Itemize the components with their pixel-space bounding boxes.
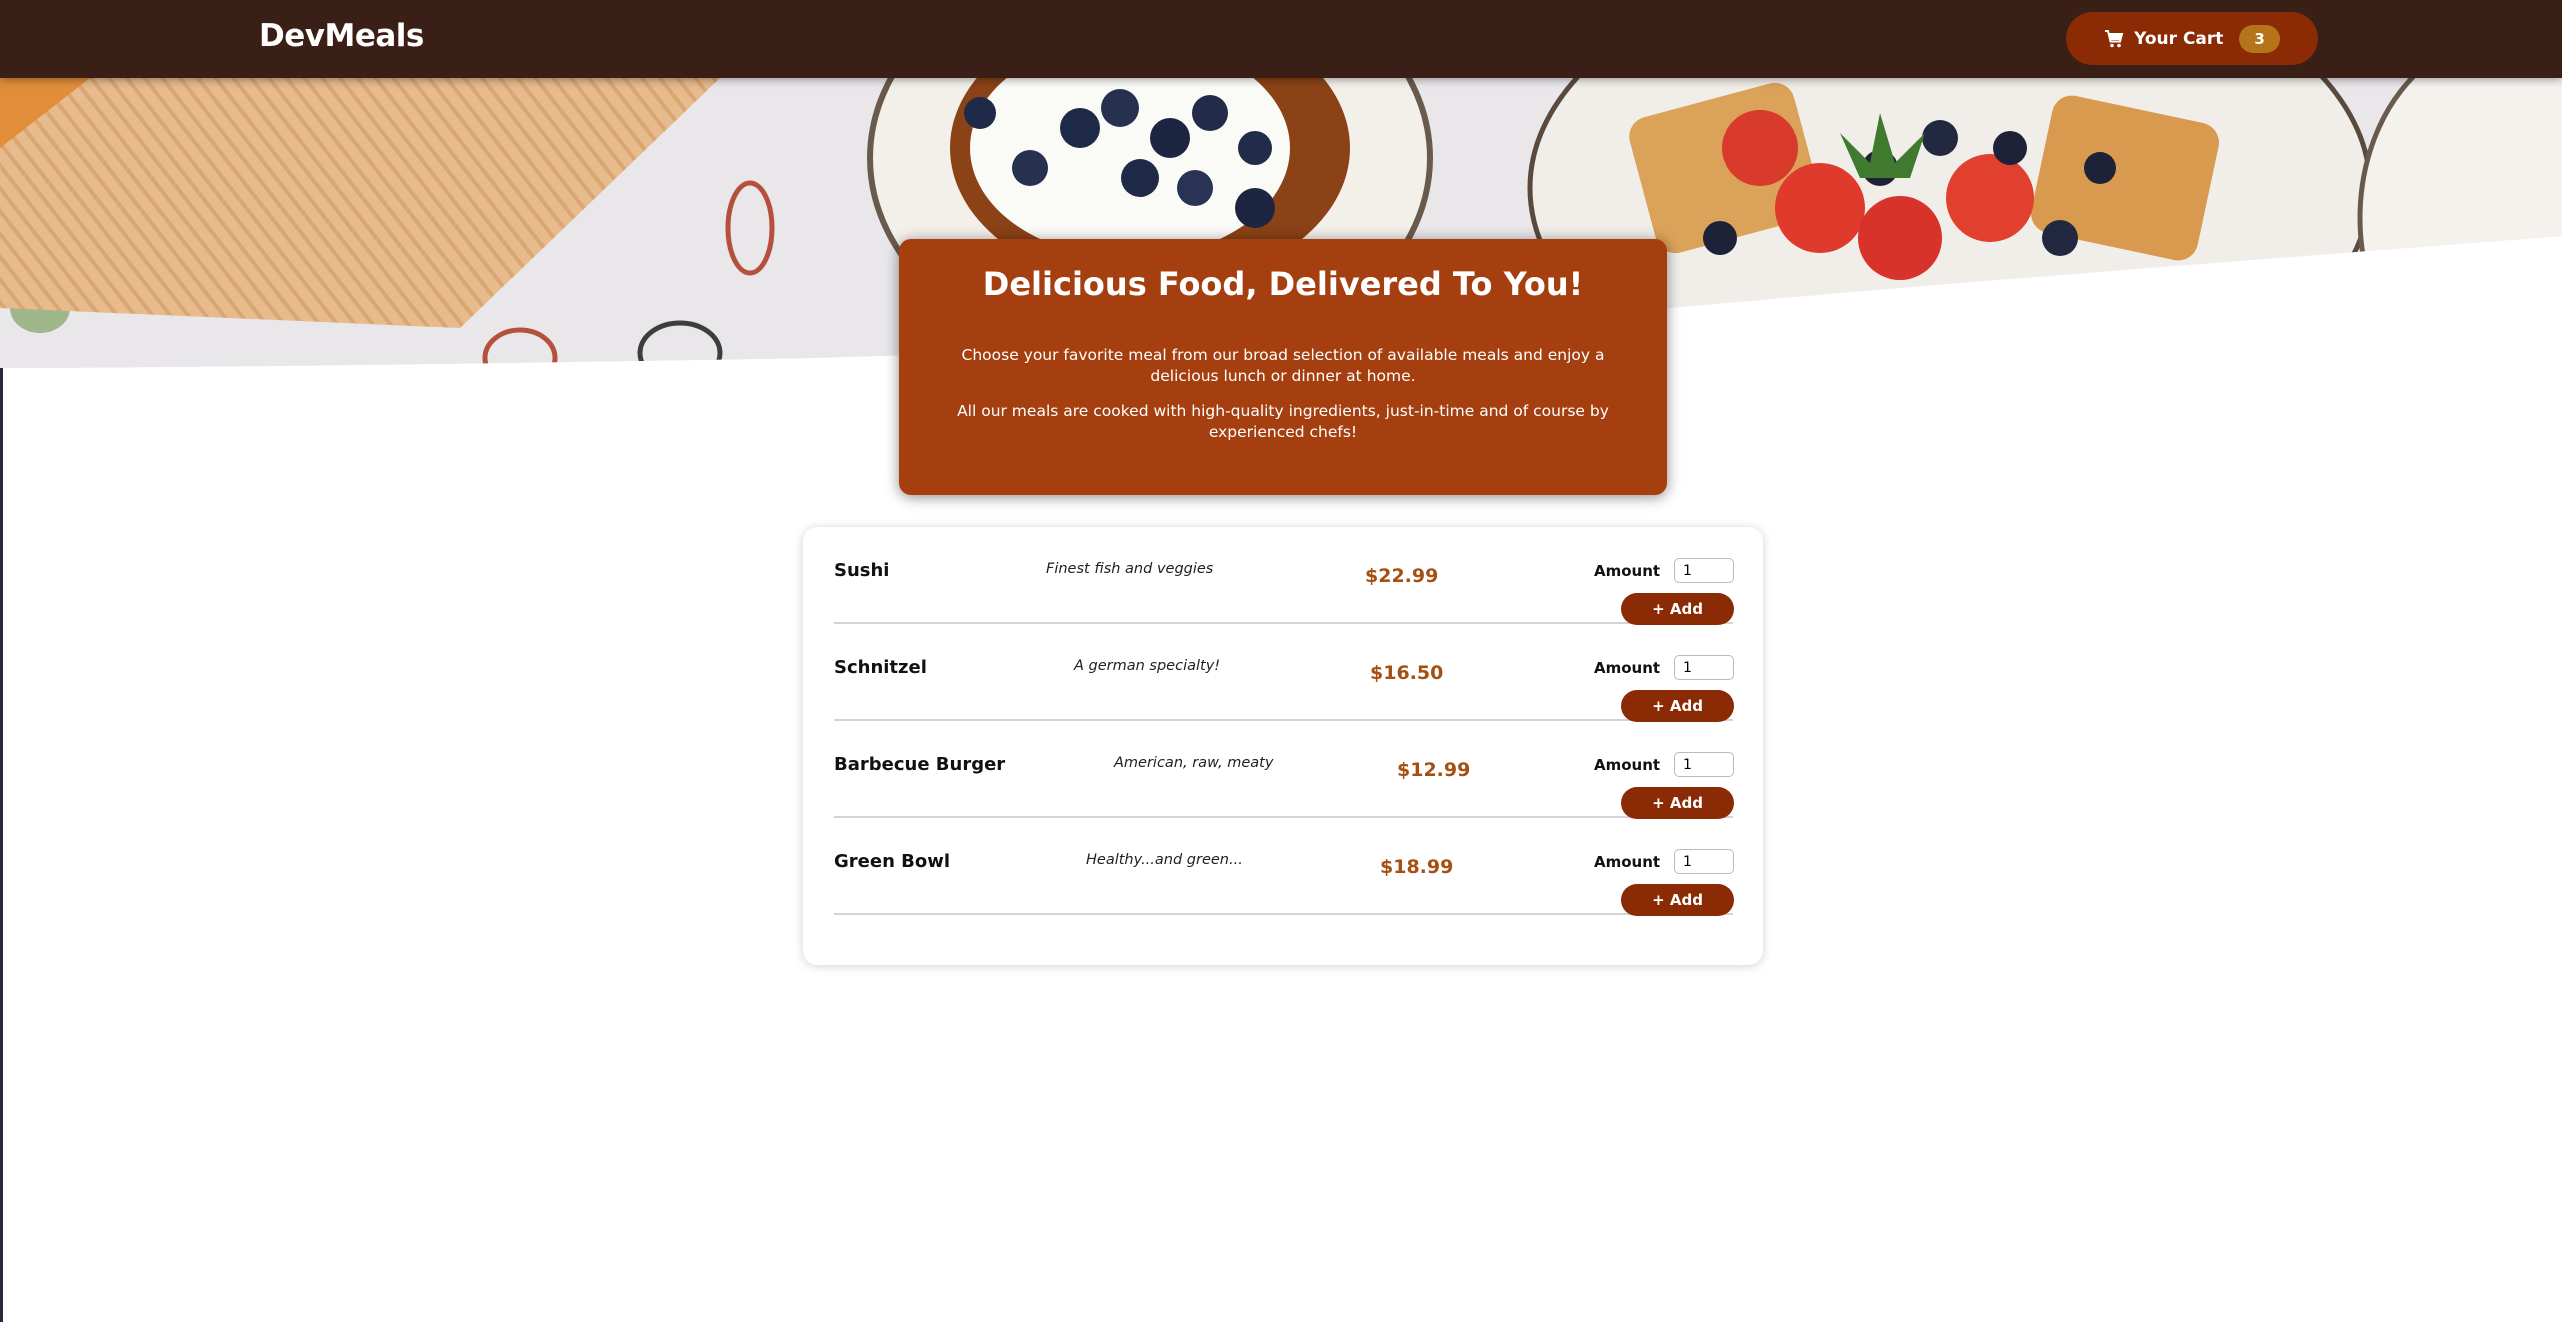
summary-paragraph: Choose your favorite meal from our broad… xyxy=(961,346,1605,385)
meal-name: Barbecue Burger xyxy=(834,754,1006,775)
amount-label: Amount xyxy=(1594,756,1661,774)
add-to-cart-button[interactable]: + Add xyxy=(1621,593,1734,625)
brand-logo: DevMeals xyxy=(259,18,424,54)
meal-price: $22.99 xyxy=(1365,565,1439,587)
meal-name: Green Bowl xyxy=(834,851,951,872)
amount-input[interactable] xyxy=(1674,849,1734,874)
amount-input[interactable] xyxy=(1674,558,1734,583)
cart-count-badge: 3 xyxy=(2239,24,2280,53)
amount-input[interactable] xyxy=(1674,752,1734,777)
summary-paragraph: All our meals are cooked with high-quali… xyxy=(957,402,1609,441)
meal-item: Green Bowl Healthy...and green... $18.99… xyxy=(834,818,1734,916)
meal-price: $16.50 xyxy=(1370,662,1444,684)
meal-name: Sushi xyxy=(834,560,890,581)
shopping-cart-icon xyxy=(2104,29,2124,49)
meal-name: Schnitzel xyxy=(834,657,927,678)
meals-summary: Delicious Food, Delivered To You! Choose… xyxy=(899,239,1667,495)
meal-item: Barbecue Burger American, raw, meaty $12… xyxy=(834,721,1734,819)
available-meals-card: Sushi Finest fish and veggies $22.99 Amo… xyxy=(803,527,1763,965)
amount-input[interactable] xyxy=(1674,655,1734,680)
cart-button[interactable]: Your Cart 3 xyxy=(2066,12,2318,65)
add-to-cart-button[interactable]: + Add xyxy=(1621,884,1734,916)
amount-label: Amount xyxy=(1594,562,1661,580)
add-to-cart-button[interactable]: + Add xyxy=(1621,787,1734,819)
amount-label: Amount xyxy=(1594,659,1661,677)
meal-price: $18.99 xyxy=(1380,856,1454,878)
meal-item: Schnitzel A german specialty! $16.50 Amo… xyxy=(834,624,1734,722)
meal-item: Sushi Finest fish and veggies $22.99 Amo… xyxy=(834,527,1734,625)
page: DevMeals Your Cart 3 Delicious Food, Del… xyxy=(0,0,2562,1322)
meal-description: Healthy...and green... xyxy=(1086,852,1243,868)
summary-title: Delicious Food, Delivered To You! xyxy=(982,265,1584,303)
meal-description: A german specialty! xyxy=(1074,658,1221,674)
meal-price: $12.99 xyxy=(1397,759,1471,781)
amount-label: Amount xyxy=(1594,853,1661,871)
top-header: DevMeals Your Cart 3 xyxy=(0,0,2562,78)
meal-description: Finest fish and veggies xyxy=(1046,561,1214,577)
add-to-cart-button[interactable]: + Add xyxy=(1621,690,1734,722)
cart-label: Your Cart xyxy=(2134,28,2224,49)
meal-description: American, raw, meaty xyxy=(1114,755,1274,771)
